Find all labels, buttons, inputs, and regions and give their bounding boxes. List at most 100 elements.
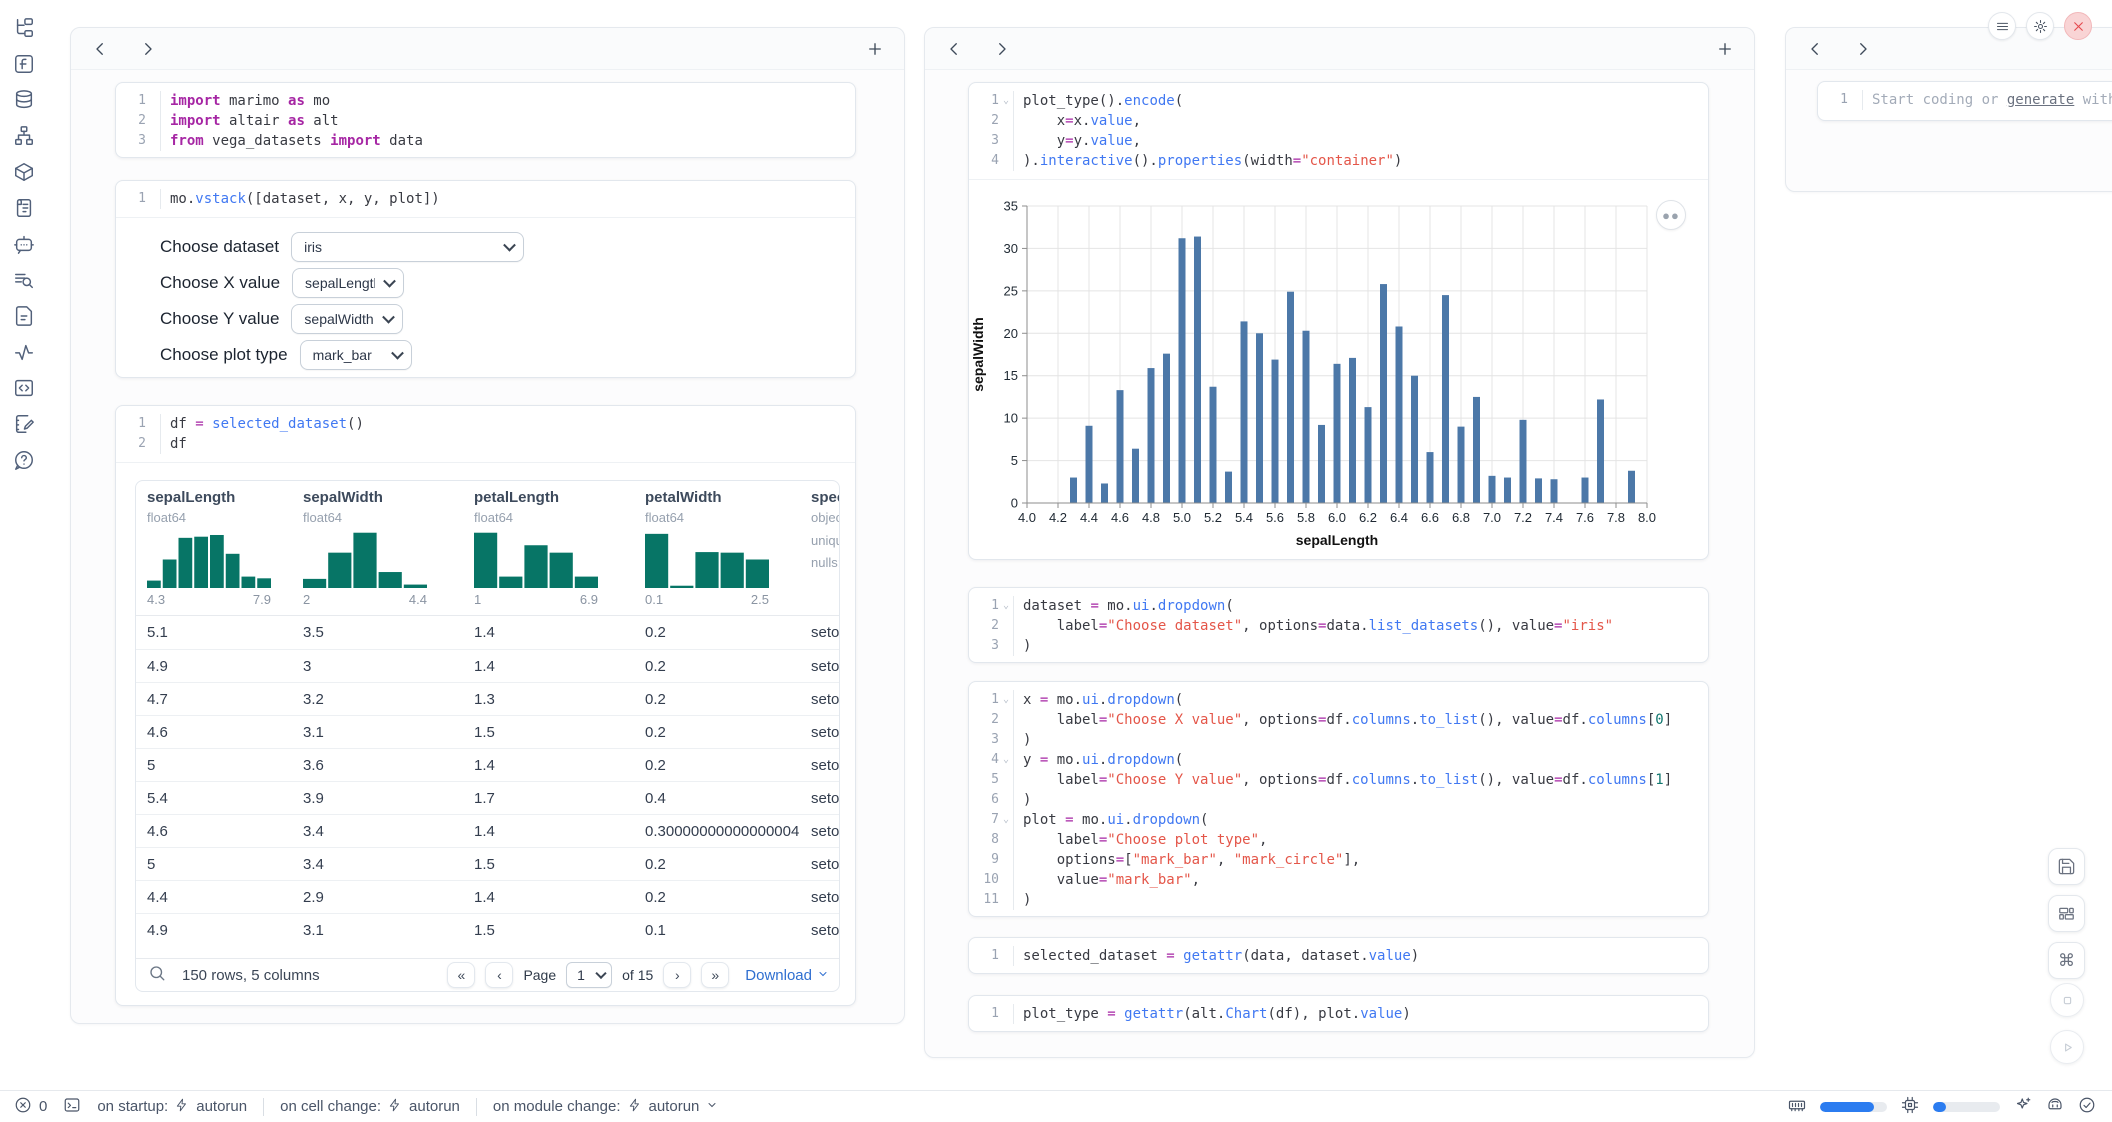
table-row[interactable]: 5.13.51.40.2setosa (136, 616, 840, 649)
ai-assistant-button[interactable] (2014, 1096, 2032, 1118)
page-select[interactable]: 1 (566, 962, 612, 988)
fold-toggle[interactable]: ⌄ (999, 91, 1013, 111)
ai-chat-icon[interactable] (13, 233, 35, 255)
table-row[interactable]: 53.41.50.2setosa (136, 847, 840, 880)
dependencies-icon[interactable] (13, 125, 35, 147)
snippets-icon[interactable] (13, 377, 35, 399)
code-line[interactable]: 5 label="Choose Y value", options=df.col… (975, 770, 1702, 790)
chart-actions-button[interactable]: ●● (1656, 200, 1686, 230)
first-page-button[interactable]: « (447, 962, 475, 988)
generate-with-ai-link[interactable]: generate (2007, 92, 2074, 108)
code-line[interactable]: 4).interactive().properties(width="conta… (975, 151, 1702, 171)
code-line[interactable]: 6) (975, 790, 1702, 810)
plot-type-cell[interactable]: 1plot_type = getattr(alt.Chart(df), plot… (968, 995, 1709, 1032)
table-row[interactable]: 4.93.11.50.1setosa (136, 913, 840, 946)
code-line[interactable]: 1⌄plot_type().encode( (975, 91, 1702, 111)
stop-button[interactable] (2050, 983, 2084, 1017)
selected-dataset-cell[interactable]: 1selected_dataset = getattr(data, datase… (968, 937, 1709, 974)
add-cell-button[interactable] (1716, 40, 1734, 58)
search-icon[interactable] (148, 964, 166, 987)
table-row[interactable]: 4.931.40.2setosa (136, 649, 840, 682)
add-cell-button[interactable] (866, 40, 884, 58)
code-line[interactable]: 1⌄dataset = mo.ui.dropdown( (975, 596, 1702, 616)
code-line[interactable]: 1⌄x = mo.ui.dropdown( (975, 690, 1702, 710)
packages-icon[interactable] (13, 161, 35, 183)
run-button[interactable] (2050, 1030, 2084, 1064)
plot-cell[interactable]: 1⌄plot_type().encode(2 x=x.value,3 y=y.v… (968, 82, 1709, 560)
y-value-select[interactable]: sepalWidth (291, 304, 403, 334)
scroll-left-button[interactable] (945, 40, 963, 58)
save-button[interactable] (2048, 848, 2085, 885)
code-placeholder[interactable]: Start coding or generate with (1862, 90, 2112, 110)
x-value-select[interactable]: sepalLength (292, 268, 404, 298)
column-header[interactable]: sepalLength (147, 489, 297, 506)
documentation-icon[interactable] (13, 305, 35, 327)
dataframe-cell[interactable]: 1df = selected_dataset()2df sepalLengthf… (115, 405, 856, 1006)
tracebacks-icon[interactable] (13, 269, 35, 291)
last-page-button[interactable]: » (701, 962, 729, 988)
fold-toggle[interactable]: ⌄ (999, 750, 1013, 770)
code-line[interactable]: 2df (122, 434, 849, 454)
settings-button[interactable] (2026, 12, 2054, 40)
prev-page-button[interactable]: ‹ (485, 962, 513, 988)
help-icon[interactable] (13, 449, 35, 471)
shutdown-button[interactable] (2064, 12, 2092, 40)
table-row[interactable]: 4.42.91.40.2setosa (136, 880, 840, 913)
code-line[interactable]: 1mo.vstack([dataset, x, y, plot]) (122, 189, 849, 209)
activity-icon[interactable] (13, 341, 35, 363)
scroll-right-button[interactable] (139, 40, 157, 58)
logs-icon[interactable] (13, 197, 35, 219)
table-row[interactable]: 4.73.21.30.2setosa (136, 682, 840, 715)
dataset-dropdown-cell[interactable]: 1⌄dataset = mo.ui.dropdown(2 label="Choo… (968, 587, 1709, 663)
table-header[interactable]: sepalLengthfloat644.37.9sepalWidthfloat6… (136, 481, 840, 616)
functions-icon[interactable] (13, 53, 35, 75)
file-tree-icon[interactable] (13, 17, 35, 39)
scroll-left-button[interactable] (91, 40, 109, 58)
xy-dropdowns-cell[interactable]: 1⌄x = mo.ui.dropdown(2 label="Choose X v… (968, 681, 1709, 917)
table-row[interactable]: 4.63.41.40.30000000000000004setosa (136, 814, 840, 847)
table-row[interactable]: 4.63.11.50.2setosa (136, 715, 840, 748)
code-line[interactable]: 2import altair as alt (122, 111, 849, 131)
on-module-change-setting[interactable]: on module change: autorun (493, 1098, 718, 1116)
error-indicator[interactable]: 0 (14, 1096, 47, 1118)
scroll-right-button[interactable] (1854, 40, 1872, 58)
keyboard-shortcuts-button[interactable]: ⌘ (2048, 942, 2085, 979)
connection-status-button[interactable] (2078, 1096, 2096, 1118)
code-line[interactable]: 3 y=y.value, (975, 131, 1702, 151)
fold-toggle[interactable]: ⌄ (999, 810, 1013, 830)
code-line[interactable]: 2 label="Choose dataset", options=data.l… (975, 616, 1702, 636)
fold-toggle[interactable]: ⌄ (999, 596, 1013, 616)
menu-button[interactable] (1988, 12, 2016, 40)
code-line[interactable]: 3from vega_datasets import data (122, 131, 849, 151)
code-line[interactable]: 9 options=["mark_bar", "mark_circle"], (975, 850, 1702, 870)
next-page-button[interactable]: › (663, 962, 691, 988)
table-row[interactable]: 53.61.40.2setosa (136, 748, 840, 781)
code-line[interactable]: 4⌄y = mo.ui.dropdown( (975, 750, 1702, 770)
column-header[interactable]: sepalWidth (303, 489, 468, 506)
fold-toggle[interactable]: ⌄ (999, 690, 1013, 710)
column-header[interactable]: petalWidth (645, 489, 805, 506)
layout-button[interactable] (2048, 895, 2085, 932)
code-line[interactable]: 11) (975, 890, 1702, 910)
scratchpad-icon[interactable] (13, 413, 35, 435)
terminal-button[interactable] (63, 1096, 81, 1118)
code-line[interactable]: 1import marimo as mo (122, 91, 849, 111)
on-cell-change-setting[interactable]: on cell change: autorun (280, 1098, 460, 1116)
on-startup-setting[interactable]: on startup: autorun (97, 1098, 247, 1116)
code-line[interactable]: 1df = selected_dataset() (122, 414, 849, 434)
vstack-cell[interactable]: 1mo.vstack([dataset, x, y, plot]) Choose… (115, 180, 856, 378)
dataset-select[interactable]: iris (291, 232, 524, 262)
code-line[interactable]: 7⌄plot = mo.ui.dropdown( (975, 810, 1702, 830)
copilot-button[interactable] (2046, 1096, 2064, 1118)
scroll-left-button[interactable] (1806, 40, 1824, 58)
code-line[interactable]: 8 label="Choose plot type", (975, 830, 1702, 850)
code-line[interactable]: 10 value="mark_bar", (975, 870, 1702, 890)
datasources-icon[interactable] (13, 89, 35, 111)
download-button[interactable]: Download (745, 967, 829, 984)
code-line[interactable]: 3) (975, 730, 1702, 750)
column-header[interactable]: species (811, 489, 840, 506)
column-header[interactable]: petalLength (474, 489, 639, 506)
code-line[interactable]: 2 label="Choose X value", options=df.col… (975, 710, 1702, 730)
code-line[interactable]: 2 x=x.value, (975, 111, 1702, 131)
imports-cell[interactable]: 1import marimo as mo2import altair as al… (115, 82, 856, 158)
